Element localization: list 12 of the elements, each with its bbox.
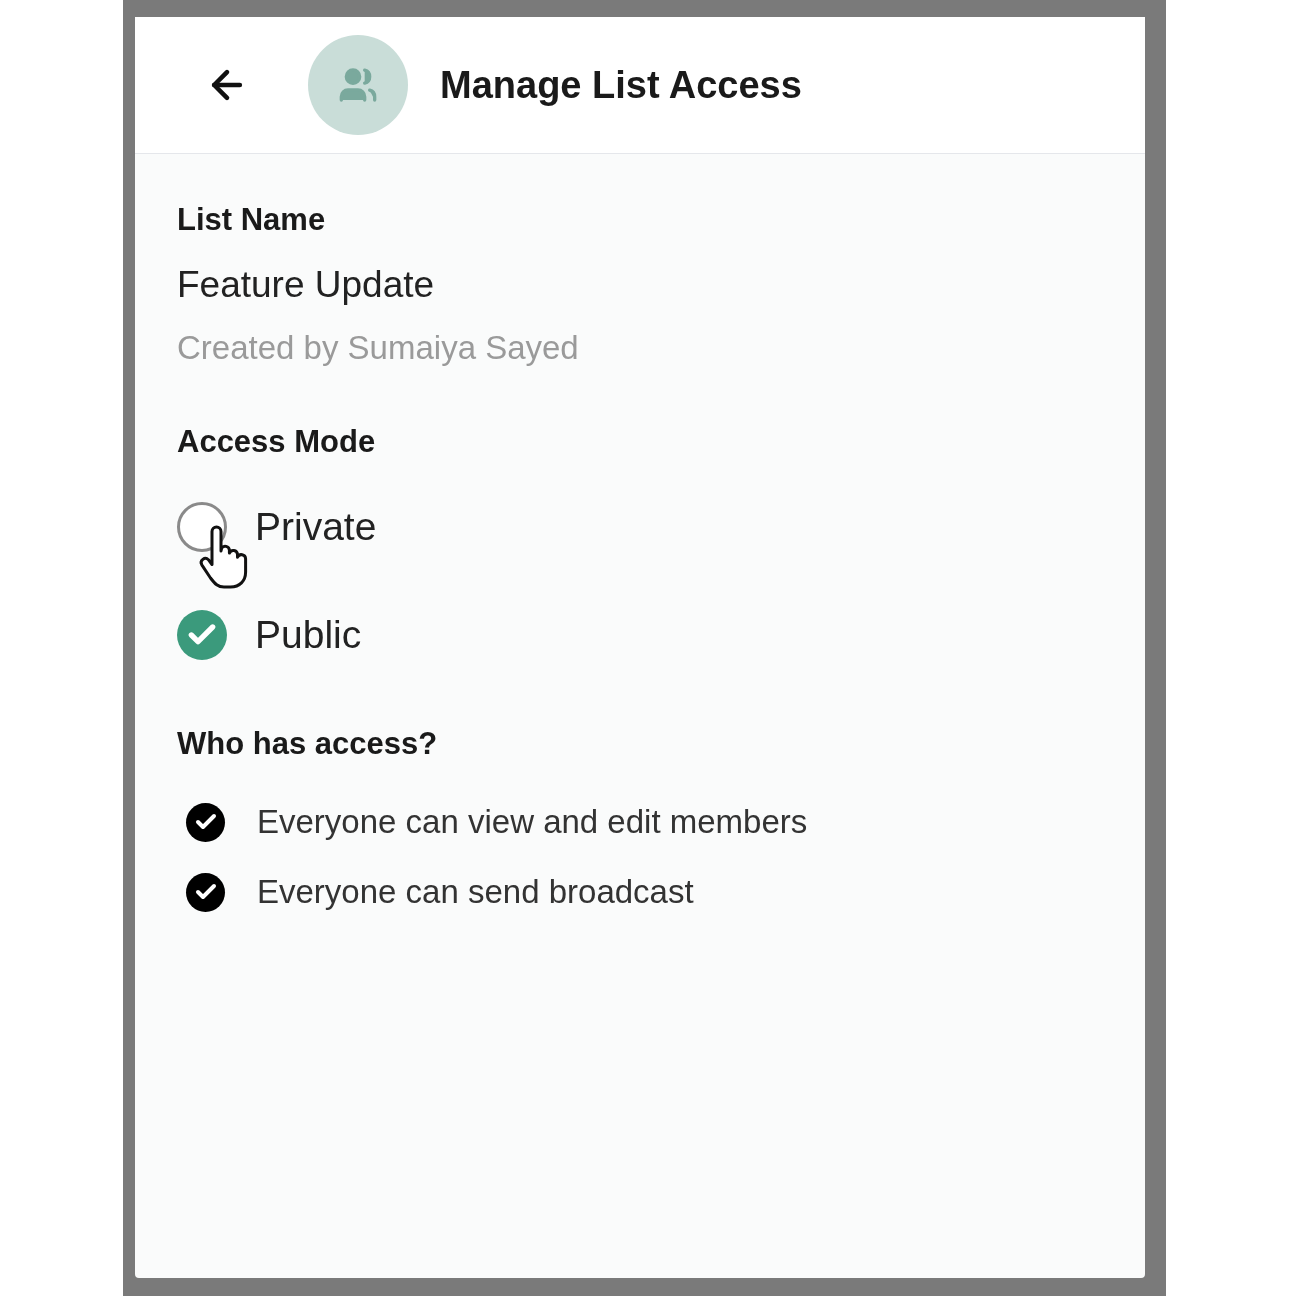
- permission-text: Everyone can send broadcast: [257, 872, 694, 912]
- radio-label[interactable]: Public: [255, 611, 362, 659]
- list-name-label: List Name: [177, 201, 327, 239]
- page-title: Manage List Access: [440, 62, 802, 108]
- creator-text: Created by Sumaiya Sayed: [177, 328, 580, 368]
- list-name-value: Feature Update: [177, 263, 436, 307]
- radio-label[interactable]: Private: [255, 503, 377, 551]
- access-mode-heading: Access Mode: [177, 423, 377, 461]
- radio-button[interactable]: [177, 610, 227, 660]
- group-icon: [338, 65, 378, 105]
- permission-text: Everyone can view and edit members: [257, 802, 808, 842]
- access-heading: Who has access?: [177, 725, 439, 763]
